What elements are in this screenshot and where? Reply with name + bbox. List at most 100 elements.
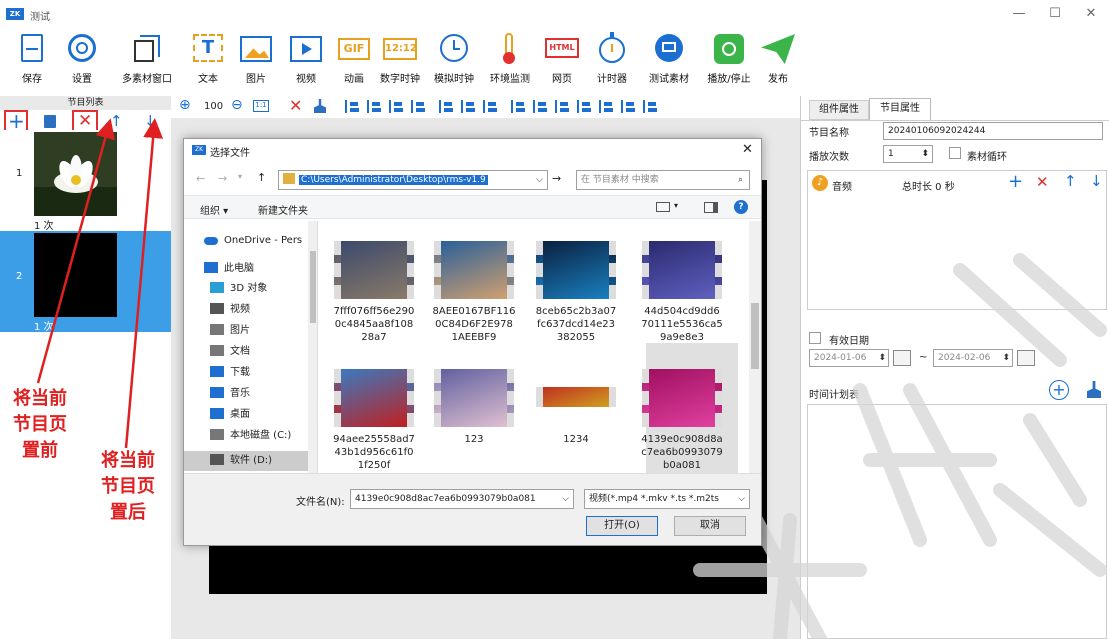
go-icon[interactable]: → [552, 172, 561, 185]
file-name-line: 8AEE0167BF116 [432, 306, 516, 317]
maximize-button[interactable]: ☐ [1040, 4, 1070, 24]
clear-icon[interactable] [314, 99, 326, 113]
file-item[interactable]: 94aee25558ad7 43b1d956c61f0 1f250f [326, 365, 422, 473]
dialog-close-button[interactable]: ✕ [742, 142, 753, 157]
file-item[interactable]: 44d504cd9dd6 70111e5536ca5 9a9e8e3 [634, 237, 730, 361]
toolbar-test-material-button[interactable]: 测试素材 [636, 28, 702, 88]
file-grid-scrollbar[interactable] [749, 221, 761, 473]
cancel-button[interactable]: 取消 [674, 516, 746, 536]
toolbar-thermometer-button[interactable]: 环境监测 [486, 28, 534, 88]
nav-item[interactable]: 本地磁盘 (C:) [210, 426, 291, 446]
organize-button[interactable]: 组织 ▾ [200, 202, 228, 217]
nav-item[interactable]: OneDrive - Pers [204, 231, 302, 251]
toolbar-multi-window-button[interactable]: 多素材窗口 [114, 28, 180, 88]
nav-item[interactable]: 软件 (D:) [210, 451, 272, 471]
toolbar-video-button[interactable]: 视频 [282, 28, 330, 88]
nav-item[interactable]: 图片 [210, 321, 250, 341]
align-bottom-icon[interactable] [411, 100, 425, 113]
equal-icon[interactable] [643, 100, 657, 113]
nav-item[interactable]: 音乐 [210, 384, 250, 404]
view-icon[interactable] [656, 202, 670, 212]
new-folder-button[interactable]: 新建文件夹 [258, 202, 308, 217]
annotation-move-forward: 将当前 节目页 置前 [0, 386, 80, 464]
align-top-icon[interactable] [389, 100, 403, 113]
annotation-move-backward: 将当前 节目页 置后 [88, 448, 168, 526]
toolbar-text-button[interactable]: T 文本 [184, 28, 232, 88]
back-icon[interactable]: ← [196, 172, 205, 185]
file-type-select[interactable]: 视频(*.mp4 *.mkv *.ts *.m2ts ⌵ [584, 489, 750, 509]
top-align-icon[interactable] [511, 100, 525, 113]
delete-element-icon[interactable]: ✕ [289, 96, 302, 115]
distribute-v-icon[interactable] [483, 100, 497, 113]
align-right-icon[interactable] [367, 100, 381, 113]
search-icon: ⌕ [737, 175, 743, 185]
bottom-align-icon[interactable] [555, 100, 569, 113]
nav-item[interactable]: 桌面 [210, 405, 250, 425]
delete-audio-icon[interactable]: ✕ [1036, 173, 1049, 191]
nav-item[interactable]: 下载 [210, 363, 250, 383]
file-item[interactable]: 4139e0c908d8a c7ea6b0993079 b0a081 [634, 365, 730, 473]
filename-dropdown-icon[interactable]: ⌵ [562, 490, 569, 508]
file-item[interactable]: 8AEE0167BF116 0C84D6F2E978 1AEEBF9 [426, 237, 522, 361]
view-dropdown-icon[interactable]: ▾ [674, 201, 678, 210]
tab-program-properties[interactable]: 节目属性 [869, 98, 931, 120]
toolbar-publish-button[interactable]: 发布 [754, 28, 802, 88]
file-item[interactable]: 8ceb65c2b3a07 fc637dcd14e23 382055 [528, 237, 624, 361]
toolbar-label: 动画 [344, 74, 364, 85]
toolbar-gif-button[interactable]: GIF 动画 [330, 28, 378, 88]
test-material-icon [652, 32, 686, 66]
nav-item[interactable]: 文档 [210, 342, 250, 362]
toolbar-picture-button[interactable]: 图片 [232, 28, 280, 88]
audio-up-icon[interactable]: ↑ [1064, 172, 1077, 190]
toolbar-html-button[interactable]: HTML 网页 [538, 28, 586, 88]
open-button[interactable]: 打开(O) [586, 516, 658, 536]
file-grid-scrollbar-thumb[interactable] [751, 303, 759, 369]
toolbar-gear-button[interactable]: 设置 [58, 28, 106, 88]
toolbar-timer-button[interactable]: 计时器 [588, 28, 636, 88]
dialog-title: 选择文件 [210, 148, 250, 159]
address-dropdown-icon[interactable]: ⌵ [536, 171, 543, 189]
program-name-input[interactable]: 20240106092024244 [883, 122, 1103, 140]
toolbar-digital-clock-button[interactable]: 12:12 数字时钟 [376, 28, 424, 88]
file-type-value: 视频(*.mp4 *.mkv *.ts *.m2ts [589, 494, 719, 504]
nav-item[interactable]: 视频 [210, 300, 250, 320]
distribute-h-icon[interactable] [461, 100, 475, 113]
zoom-in-icon[interactable]: ⊕ [179, 97, 191, 113]
left-align-icon[interactable] [577, 100, 591, 113]
fit-icon[interactable] [439, 100, 453, 113]
filename-input[interactable]: 4139e0c908d8ac7ea6b0993079b0a081 ⌵ [350, 489, 574, 509]
file-item[interactable]: 123 [426, 365, 522, 473]
add-audio-icon[interactable]: + [1008, 171, 1023, 192]
audio-down-icon[interactable]: ↓ [1090, 172, 1103, 190]
play-count-stepper[interactable]: 1 ⬍ [883, 145, 933, 163]
zoom-out-icon[interactable]: ⊖ [231, 97, 243, 113]
center-h-icon[interactable] [599, 100, 613, 113]
right-align-icon[interactable] [621, 100, 635, 113]
address-bar[interactable]: C:\Users\Administrator\Desktop\rms-v1.9 ⌵ [278, 170, 548, 190]
forward-icon[interactable]: → [218, 172, 227, 185]
file-item[interactable]: 1234 [528, 365, 624, 473]
file-item[interactable]: 7fff076ff56e290 0c4845aa8f108 28a7 [326, 237, 422, 361]
preview-pane-icon[interactable] [704, 202, 718, 213]
minimize-button[interactable]: — [1004, 4, 1034, 24]
nav-scrollbar-thumb[interactable] [310, 251, 316, 323]
recent-icon[interactable]: ▾ [238, 172, 242, 181]
search-input[interactable]: 在 节目素材 中搜索 ⌕ [576, 170, 750, 190]
nav-item[interactable]: 3D 对象 [210, 279, 267, 299]
annotation-line: 节目页 [13, 414, 67, 435]
loop-checkbox[interactable] [949, 147, 961, 159]
toolbar-play-stop-button[interactable]: 播放/停止 [696, 28, 762, 88]
toolbar-save-button[interactable]: 保存 [8, 28, 56, 88]
center-v-icon[interactable] [533, 100, 547, 113]
edit-toolbar: ⊕ 100 ⊖ 1:1 ✕ [171, 96, 800, 118]
file-type-dropdown-icon[interactable]: ⌵ [738, 490, 745, 508]
align-left-icon[interactable] [345, 100, 359, 113]
nav-item[interactable]: 此电脑 [204, 259, 254, 279]
up-icon[interactable]: ↑ [257, 171, 266, 184]
stepper-icon[interactable]: ⬍ [921, 146, 929, 162]
tab-component-properties[interactable]: 组件属性 [809, 100, 869, 120]
help-icon[interactable]: ? [734, 200, 748, 214]
toolbar-analog-clock-button[interactable]: 模拟时钟 [430, 28, 478, 88]
actual-size-icon[interactable]: 1:1 [253, 100, 269, 112]
close-button[interactable]: ✕ [1076, 4, 1106, 24]
